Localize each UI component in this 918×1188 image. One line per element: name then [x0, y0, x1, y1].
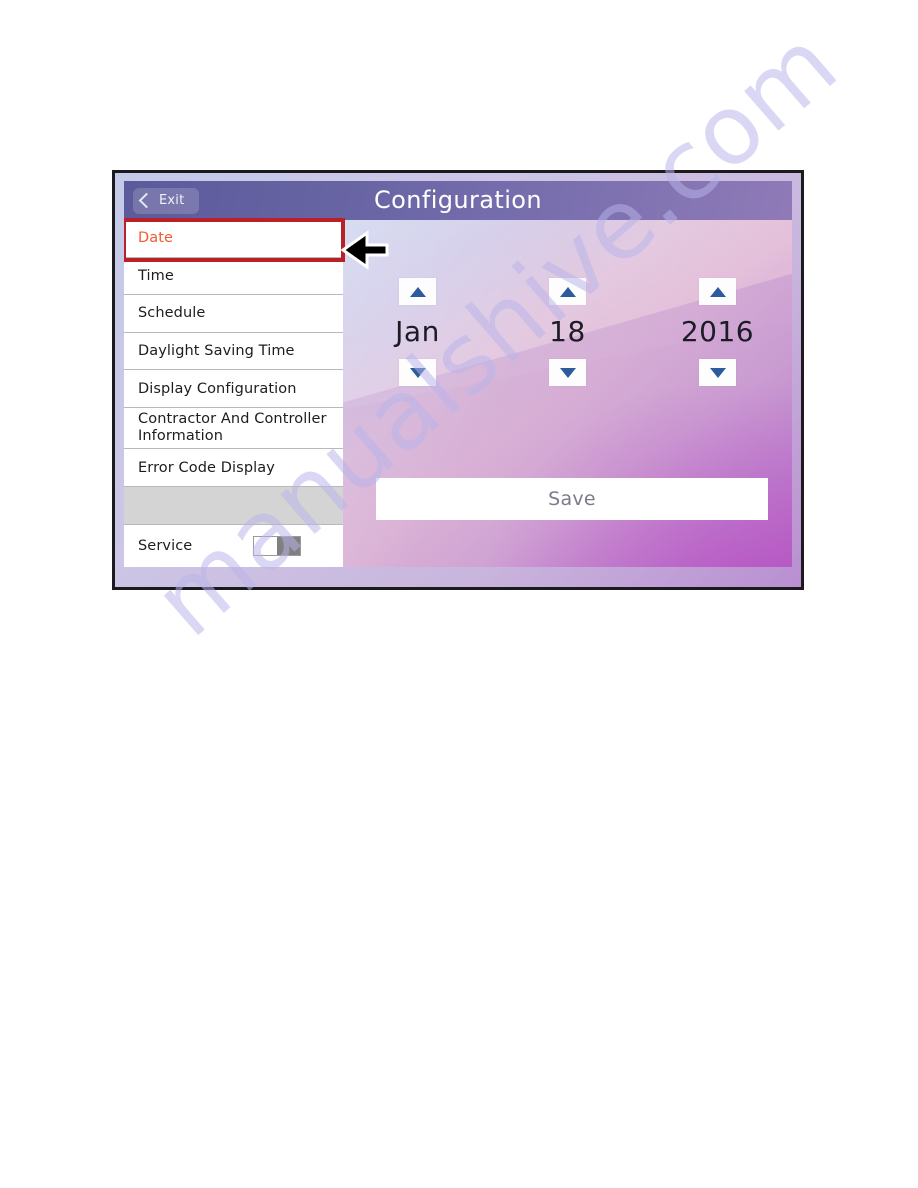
device-screen: Exit Configuration Date Time Schedule Da… — [124, 181, 792, 567]
toggle-track — [277, 537, 300, 556]
sidebar-item-display-configuration-label: Display Configuration — [138, 380, 297, 397]
sidebar-item-service[interactable]: Service — [124, 525, 343, 567]
sidebar-item-time-label: Time — [138, 267, 174, 284]
triangle-down-icon — [709, 367, 726, 378]
sidebar-item-display-configuration[interactable]: Display Configuration — [124, 370, 343, 408]
sidebar-item-date-label: Date — [138, 230, 174, 247]
sidebar-item-time[interactable]: Time — [124, 257, 343, 296]
day-increment-button[interactable] — [549, 278, 586, 305]
year-decrement-button[interactable] — [699, 359, 736, 386]
device-bezel: Exit Configuration Date Time Schedule Da… — [115, 173, 801, 587]
year-value: 2016 — [680, 315, 755, 348]
exit-button[interactable]: Exit — [133, 187, 199, 214]
wallpaper-band-3 — [477, 376, 792, 567]
sidebar-item-schedule[interactable]: Schedule — [124, 295, 343, 333]
sidebar-spacer-row — [124, 486, 343, 526]
sidebar-item-daylight-saving-time-label: Daylight Saving Time — [138, 342, 295, 359]
save-button[interactable]: Save — [376, 478, 768, 520]
device-screenshot: Exit Configuration Date Time Schedule Da… — [112, 170, 804, 590]
triangle-down-icon — [559, 367, 576, 378]
content-pane: Jan 18 2016 Save — [343, 220, 792, 567]
page-title: Configuration — [374, 186, 542, 214]
triangle-up-icon — [409, 286, 426, 297]
month-increment-button[interactable] — [399, 278, 436, 305]
sidebar-item-schedule-label: Schedule — [138, 305, 206, 322]
sidebar-item-error-code-display[interactable]: Error Code Display — [124, 449, 343, 487]
toggle-knob — [254, 537, 277, 556]
year-increment-button[interactable] — [699, 278, 736, 305]
sidebar-item-service-label: Service — [138, 538, 193, 555]
screen-body: Date Time Schedule Daylight Saving Time … — [124, 218, 792, 567]
day-value: 18 — [549, 315, 586, 348]
month-spinner: Jan — [372, 278, 464, 386]
sidebar-item-error-code-display-label: Error Code Display — [138, 459, 275, 476]
sidebar-item-contractor-and-controller-information[interactable]: Contractor And Controller Information — [124, 407, 343, 450]
triangle-down-icon — [409, 367, 426, 378]
triangle-up-icon — [709, 286, 726, 297]
day-spinner: 18 — [522, 278, 614, 386]
chevron-left-icon — [138, 192, 155, 209]
day-decrement-button[interactable] — [549, 359, 586, 386]
month-decrement-button[interactable] — [399, 359, 436, 386]
header-bar: Exit Configuration — [124, 181, 792, 220]
sidebar-menu: Date Time Schedule Daylight Saving Time … — [124, 218, 345, 567]
year-spinner: 2016 — [672, 278, 764, 386]
save-button-label: Save — [548, 488, 596, 510]
month-value: Jan — [395, 315, 440, 348]
exit-button-label: Exit — [159, 193, 185, 208]
sidebar-item-date[interactable]: Date — [124, 220, 343, 258]
sidebar-item-daylight-saving-time[interactable]: Daylight Saving Time — [124, 332, 343, 371]
date-picker: Jan 18 2016 — [343, 278, 792, 386]
service-toggle-switch[interactable] — [253, 536, 301, 557]
sidebar-item-contractor-and-controller-information-label: Contractor And Controller Information — [138, 411, 327, 445]
triangle-up-icon — [559, 286, 576, 297]
